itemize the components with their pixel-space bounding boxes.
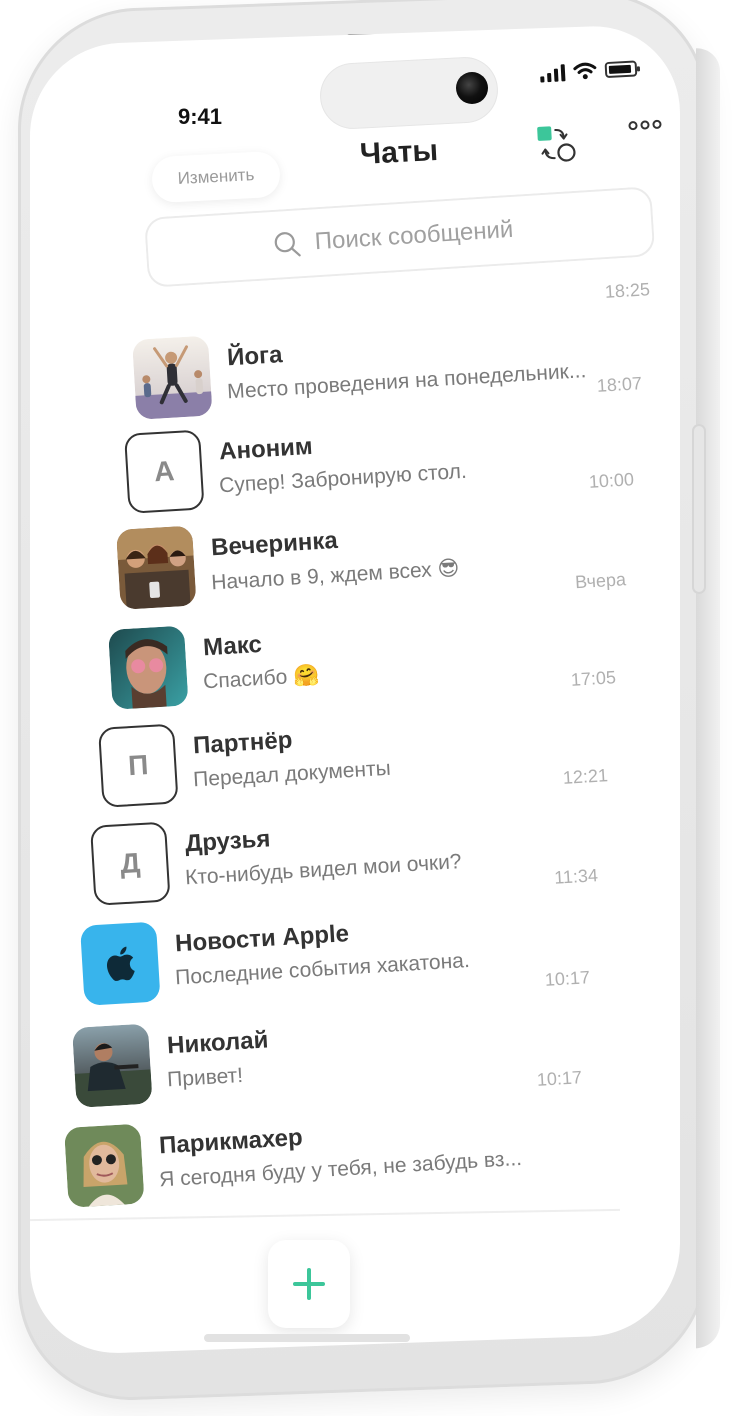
- avatar-nikolay-photo: [72, 1023, 153, 1108]
- cellular-signal-icon: [540, 63, 566, 83]
- chat-time: 18:25: [604, 279, 651, 302]
- page-title: Чаты: [359, 133, 439, 172]
- chat-time: 12:21: [562, 765, 609, 788]
- chat-time: 18:07: [596, 373, 643, 396]
- more-dots-icon[interactable]: [628, 117, 663, 133]
- front-camera: [456, 72, 488, 104]
- avatar-maks-photo: [108, 625, 189, 710]
- chat-name: Макс: [202, 630, 263, 662]
- status-time: 9:41: [178, 104, 223, 129]
- chat-time: 10:17: [544, 967, 591, 990]
- chat-time: 11:34: [553, 865, 599, 888]
- new-chat-button[interactable]: [268, 1240, 350, 1328]
- avatar-party-photo: [116, 525, 197, 610]
- avatar-yoga-photo: [132, 335, 213, 420]
- search-input[interactable]: [311, 214, 528, 258]
- chat-time: 10:17: [536, 1067, 583, 1090]
- avatar-letter-p: П: [98, 723, 179, 808]
- chat-time: 17:05: [570, 667, 617, 690]
- avatar-apple: [80, 921, 161, 1006]
- chat-name: Партнёр: [192, 726, 294, 760]
- chat-preview: Начало в 9, ждем всех 😎: [210, 556, 461, 595]
- chat-name: Йога: [226, 341, 284, 372]
- chat-preview: Супер! Забронирую стол.: [218, 459, 468, 498]
- plus-icon: [293, 1268, 325, 1300]
- chat-preview: Передал документы: [192, 756, 392, 792]
- chat-preview: Спасибо 🤗: [202, 663, 320, 694]
- app-stage: 9:41 Изменить Чаты Поиск сообщений Йога …: [0, 0, 744, 1416]
- wifi-icon: [573, 62, 597, 80]
- chat-preview: Кто-нибудь видел мои очки?: [184, 850, 463, 890]
- chat-name: Вечеринка: [210, 526, 339, 562]
- apple-logo-icon: [106, 946, 135, 982]
- search-icon: [274, 232, 301, 257]
- chat-name: Аноним: [218, 432, 314, 466]
- chat-name: Друзья: [184, 825, 272, 858]
- phone-side-edge: [696, 47, 720, 1349]
- power-button: [692, 424, 706, 594]
- chat-time: Вчера: [574, 569, 627, 593]
- chat-name: Новости Apple: [174, 920, 350, 958]
- avatar-hairdresser-photo: [64, 1123, 145, 1208]
- chat-name: Парикмахер: [158, 1123, 304, 1160]
- chat-time: 10:00: [588, 469, 635, 492]
- chat-preview: Привет!: [166, 1063, 244, 1092]
- home-indicator: [204, 1334, 410, 1342]
- account-switch-icon[interactable]: [533, 121, 579, 167]
- edit-button[interactable]: Изменить: [150, 150, 282, 204]
- avatar-letter-a: А: [124, 429, 205, 514]
- avatar-letter-d: Д: [90, 821, 171, 906]
- battery-icon: [604, 60, 638, 79]
- chat-name: Николай: [166, 1026, 270, 1060]
